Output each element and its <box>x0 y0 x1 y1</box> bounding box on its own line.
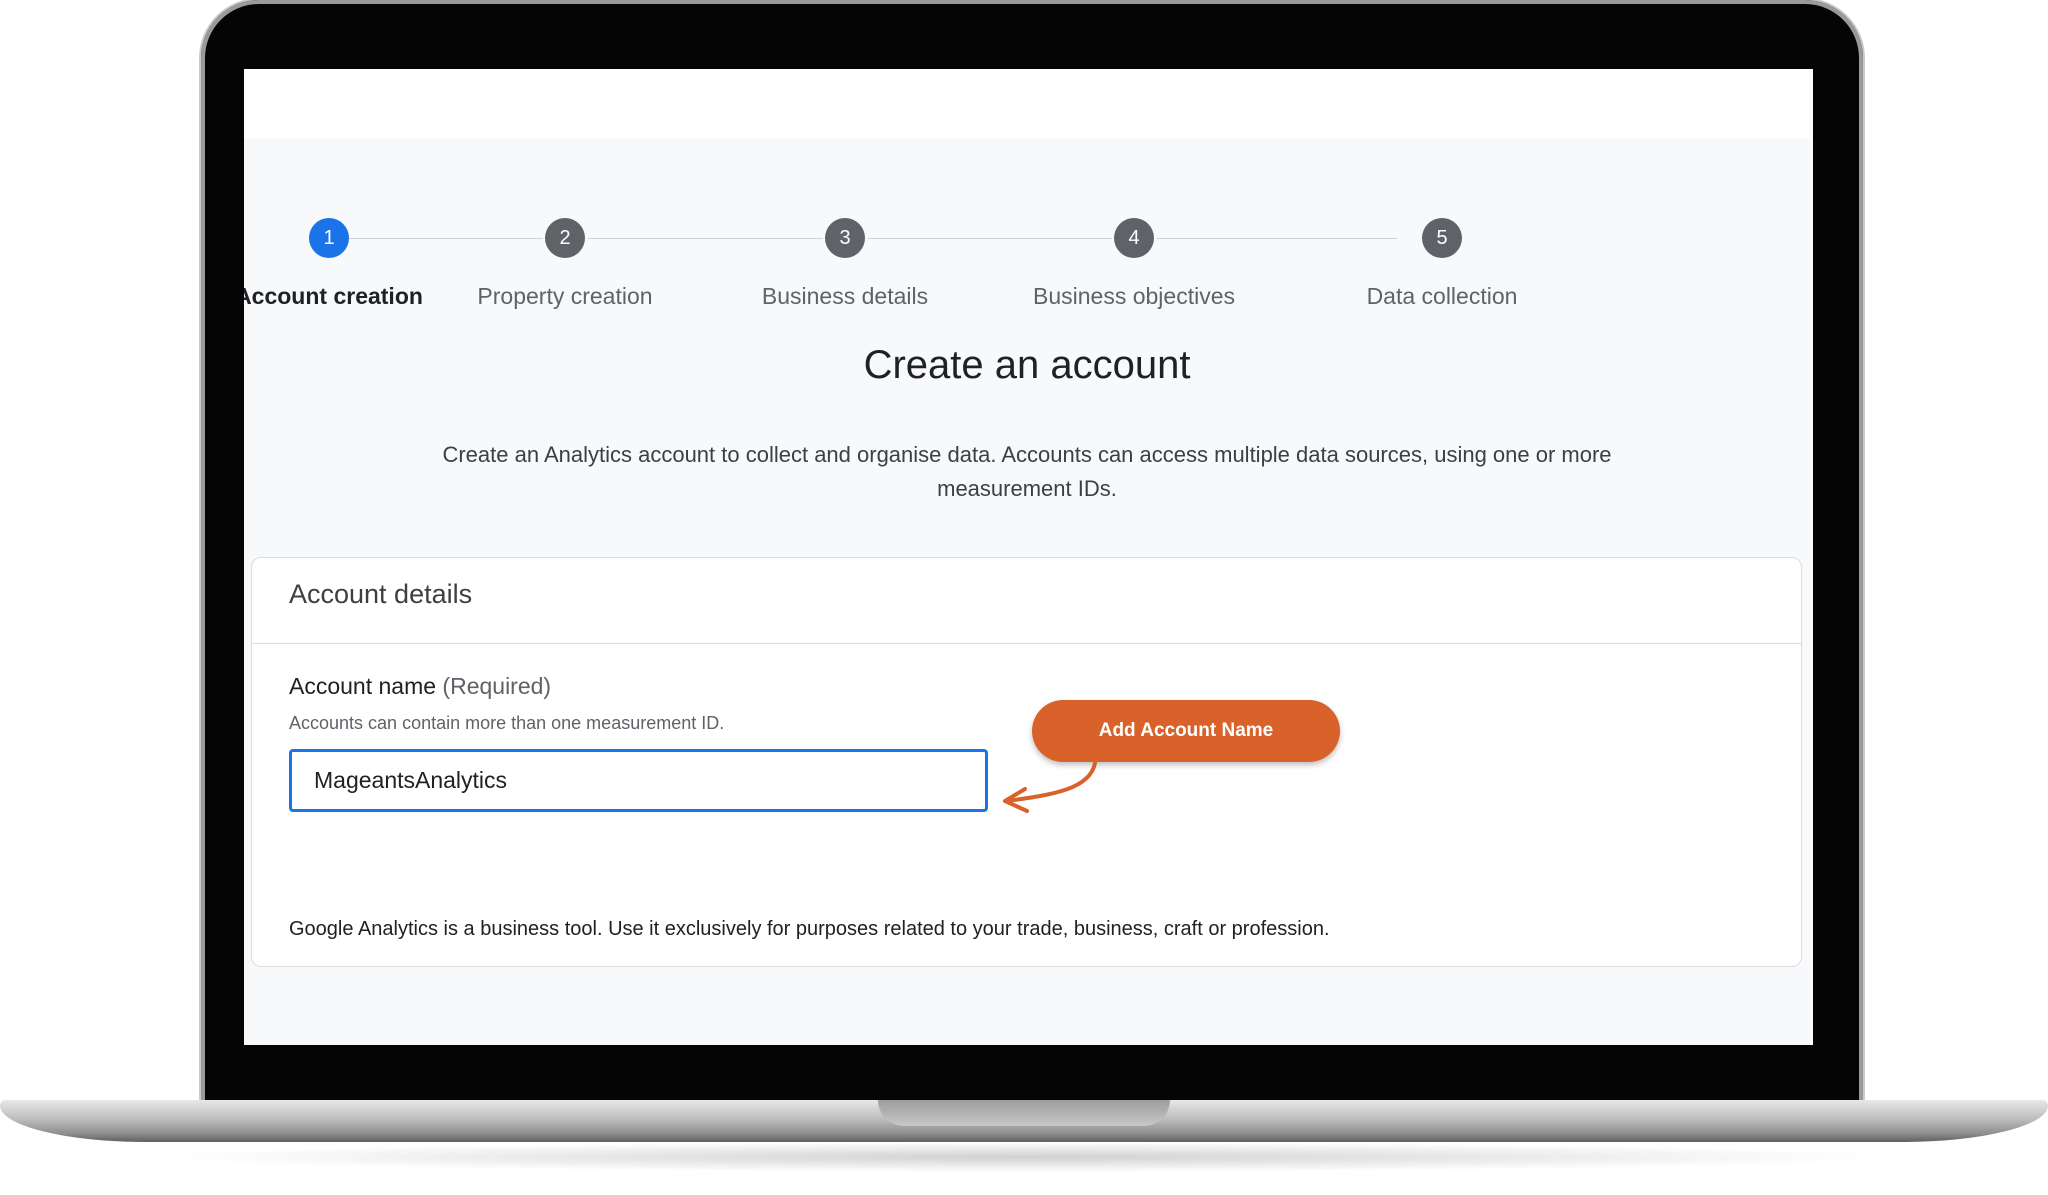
step-data-collection[interactable]: 5 Data collection <box>1312 218 1572 310</box>
step-business-details[interactable]: 3 Business details <box>715 218 975 310</box>
account-name-help: Accounts can contain more than one measu… <box>289 713 725 733</box>
setup-page: 1 Account creation 2 Property creation 3… <box>244 138 1810 1045</box>
step-label: Business objectives <box>1033 283 1235 309</box>
page-subtitle: Create an Analytics account to collect a… <box>442 442 1612 501</box>
step-label: Account creation <box>244 283 423 309</box>
step-label: Data collection <box>1366 283 1518 309</box>
laptop-notch <box>878 1100 1170 1126</box>
laptop-shadow <box>150 1142 1898 1172</box>
screen: 1 Account creation 2 Property creation 3… <box>244 69 1813 1045</box>
step-label: Business details <box>761 283 929 309</box>
step-number-badge: 5 <box>1422 218 1462 258</box>
required-note: (Required) <box>442 673 552 699</box>
step-number-badge: 3 <box>825 218 865 258</box>
step-label: Property creation <box>477 283 653 309</box>
step-property-creation[interactable]: 2 Property creation <box>435 218 695 310</box>
step-number-badge: 1 <box>309 218 349 258</box>
stepper: 1 Account creation 2 Property creation 3… <box>244 138 1810 309</box>
step-business-objectives[interactable]: 4 Business objectives <box>1004 218 1264 310</box>
page-title: Create an account <box>863 343 1191 387</box>
add-account-name-callout: Add Account Name <box>1032 700 1340 762</box>
account-name-label: Account name (Required) <box>289 673 551 700</box>
field-label-text: Account name <box>289 673 437 699</box>
step-account-creation[interactable]: 1 Account creation <box>244 218 459 310</box>
callout-arrow-icon <box>1003 761 1097 813</box>
account-name-input[interactable] <box>289 749 988 812</box>
step-number-badge: 4 <box>1114 218 1154 258</box>
step-number-badge: 2 <box>545 218 585 258</box>
card-header: Account details <box>252 558 1801 644</box>
business-tool-notice: Google Analytics is a business tool. Use… <box>289 918 1330 940</box>
